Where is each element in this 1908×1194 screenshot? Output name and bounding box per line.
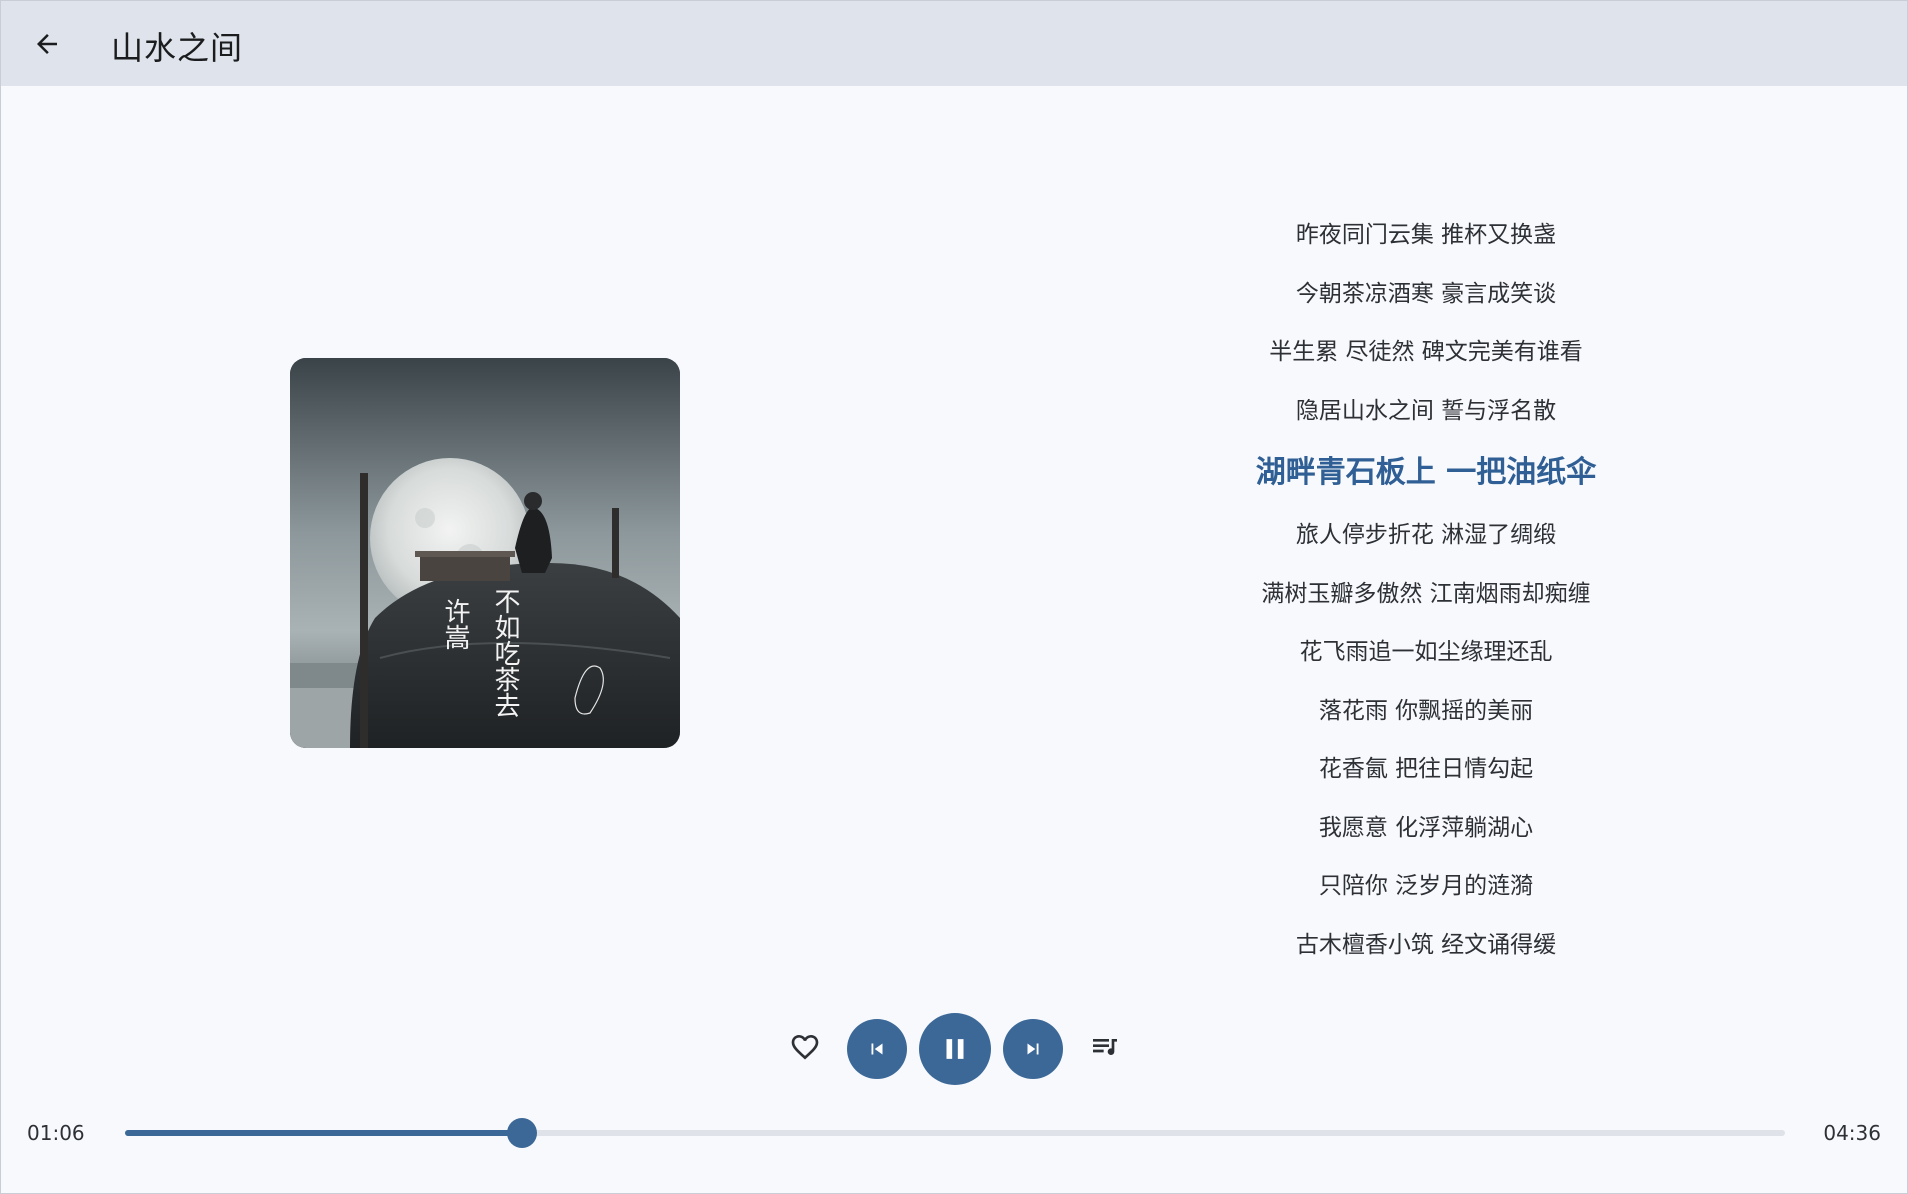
arrow-left-icon: [37, 34, 57, 54]
lyric-line-active[interactable]: 湖畔青石板上 一把油纸伞: [1181, 440, 1671, 506]
playback-controls: [1, 1013, 1907, 1085]
album-cover-artist-text: 许嵩: [440, 598, 470, 650]
playlist-music-icon: [1093, 1039, 1117, 1055]
lyric-line[interactable]: 只陪你 泛岁月的涟漪: [1181, 857, 1671, 916]
lyric-line[interactable]: 旅人停步折花 淋湿了绸缎: [1181, 506, 1671, 565]
slider-thumb[interactable]: [506, 1118, 537, 1148]
album-cover: 许嵩 不如吃茶去: [290, 358, 680, 748]
lyric-line[interactable]: 花飞雨追一如尘缘理还乱: [1181, 623, 1671, 682]
music-player-window: 山水之间 许嵩 不如吃茶去 昨夜同门云集 推杯又换盏 今朝茶凉酒寒 豪言成笑谈 …: [0, 0, 1908, 1194]
lyric-line[interactable]: 半生累 尽徒然 碑文完美有谁看: [1181, 323, 1671, 382]
skip-next-icon: [1027, 1043, 1039, 1055]
lyric-line[interactable]: 满树玉瓣多傲然 江南烟雨却痴缠: [1181, 565, 1671, 624]
lyric-line[interactable]: 花香氤 把往日情勾起: [1181, 740, 1671, 799]
progress-slider[interactable]: [125, 1117, 1785, 1149]
slider-fill: [125, 1130, 522, 1136]
lyric-line[interactable]: 我愿意 化浮萍躺湖心: [1181, 799, 1671, 858]
previous-button[interactable]: [847, 1019, 907, 1079]
lyric-line[interactable]: 今朝茶凉酒寒 豪言成笑谈: [1181, 265, 1671, 324]
lyrics-panel[interactable]: 昨夜同门云集 推杯又换盏 今朝茶凉酒寒 豪言成笑谈 半生累 尽徒然 碑文完美有谁看隐…: [1181, 206, 1671, 974]
play-pause-button[interactable]: [919, 1013, 991, 1085]
album-cover-image: 许嵩 不如吃茶去: [290, 358, 680, 748]
lyric-line[interactable]: 古木檀香小筑 经文诵得缓: [1181, 916, 1671, 975]
current-time: 01:06: [27, 1121, 85, 1145]
playlist-button[interactable]: [1083, 1025, 1127, 1069]
lyric-line[interactable]: 隐居山水之间 誓与浮名散: [1181, 382, 1671, 441]
skip-previous-icon: [871, 1043, 883, 1055]
total-time: 04:36: [1823, 1121, 1881, 1145]
heart-outline-icon: [791, 1035, 819, 1060]
favorite-button[interactable]: [783, 1025, 827, 1069]
lyric-line[interactable]: 落花雨 你飘摇的美丽: [1181, 682, 1671, 741]
pause-icon: [946, 1039, 964, 1059]
next-button[interactable]: [1003, 1019, 1063, 1079]
page-title: 山水之间: [111, 29, 244, 67]
top-app-bar: 山水之间: [1, 1, 1907, 86]
back-button[interactable]: [25, 22, 69, 66]
album-cover-title-text: 不如吃茶去: [490, 588, 520, 718]
lyric-line[interactable]: 昨夜同门云集 推杯又换盏: [1181, 206, 1671, 265]
